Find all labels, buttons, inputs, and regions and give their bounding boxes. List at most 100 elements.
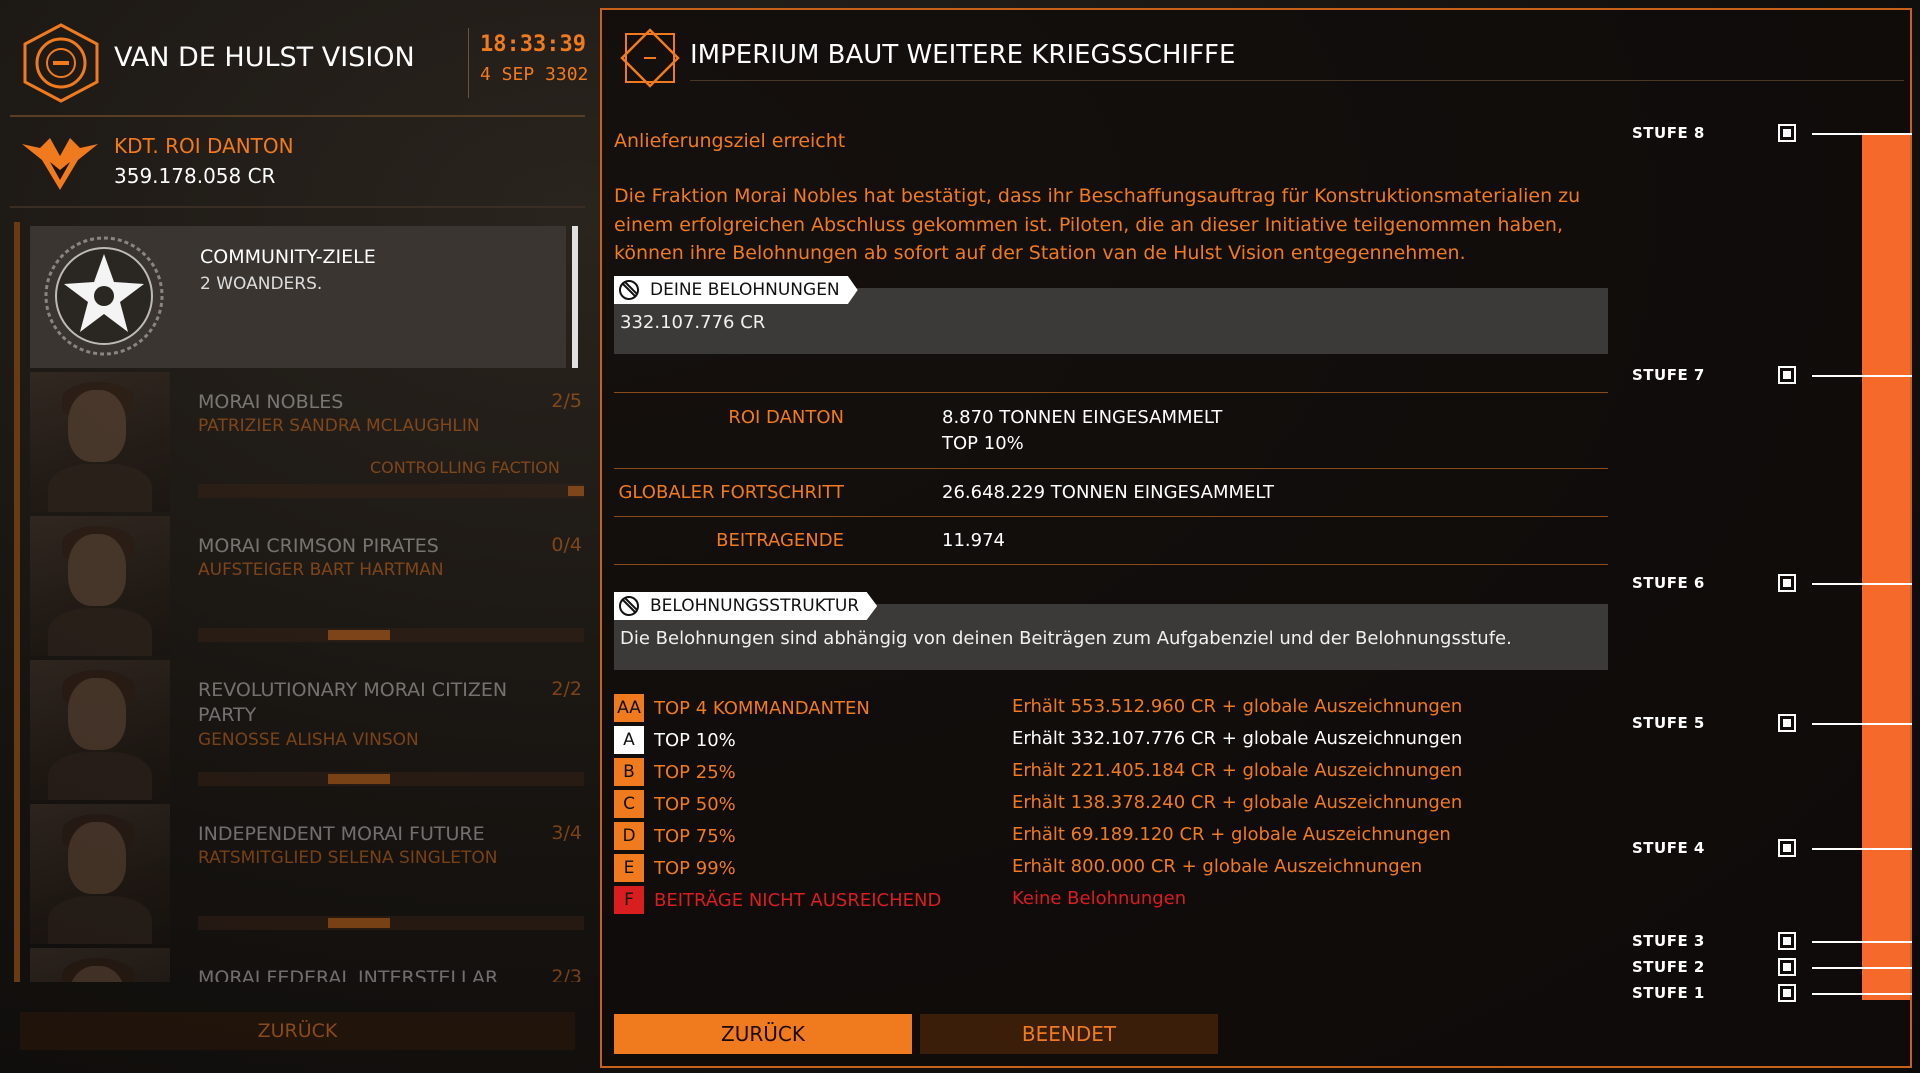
tier-mark-line — [1812, 941, 1912, 943]
tier-reward-icon — [1778, 932, 1796, 950]
tier-mark-line — [1812, 133, 1912, 135]
list-accent-bar — [14, 222, 20, 982]
faction-influence-bar — [198, 628, 584, 642]
stats-divider — [614, 468, 1608, 469]
rank-emblem-icon — [22, 138, 98, 190]
tier-label: TOP 75% — [654, 826, 736, 847]
tier-mark-label: STUFE 4 — [1632, 839, 1705, 857]
tier-mark-label: STUFE 6 — [1632, 574, 1705, 592]
tier-mark: STUFE 3 — [1632, 930, 1912, 954]
tier-mark: STUFE 6 — [1632, 572, 1912, 596]
faction-leader-portrait — [30, 372, 170, 512]
reward-tier-row: B TOP 25% Erhält 221.405.184 CR + globale … — [614, 758, 1614, 788]
commander-block: KDT. ROI DANTON 359.178.058 CR — [20, 126, 585, 200]
stat-label-global: GLOBALER FORTSCHRITT — [618, 482, 844, 503]
tier-reward-icon — [1778, 714, 1796, 732]
stat-value-commander: 8.870 TONNEN EINGESAMMELT — [942, 407, 1223, 428]
tier-reward-icon — [1778, 958, 1796, 976]
tier-mark-label: STUFE 5 — [1632, 714, 1705, 732]
back-button[interactable]: ZURÜCK — [614, 1014, 912, 1054]
tier-reward-icon — [1778, 574, 1796, 592]
tier-progress-meter: STUFE 8 STUFE 7 STUFE 6 STUFE 5 STUFE 4 STUFE… — [1632, 90, 1912, 1010]
tier-mark-label: STUFE 7 — [1632, 366, 1705, 384]
stat-value-commander-rank: TOP 10% — [942, 433, 1024, 454]
community-goals-overview-item[interactable]: COMMUNITY-ZIELE 2 WOANDERS. — [30, 226, 566, 368]
title-divider — [690, 80, 1904, 81]
tier-reward: Erhält 553.512.960 CR + globale Auszeich… — [1012, 696, 1463, 717]
tier-reward: Erhält 138.378.240 CR + globale Auszeich… — [1012, 792, 1463, 813]
community-goals-list[interactable]: COMMUNITY-ZIELE 2 WOANDERS. MORAI NOBLES… — [14, 222, 584, 982]
faction-count: 0/4 — [551, 534, 582, 556]
faction-count: 2/5 — [551, 390, 582, 412]
finished-button[interactable]: BEENDET — [920, 1014, 1218, 1054]
faction-name: INDEPENDENT MORAI FUTURE — [198, 823, 485, 845]
tier-progress-fill — [1862, 134, 1910, 1000]
rewards-section-tag: DEINE BELOHNUNGEN — [614, 276, 858, 304]
station-header: VAN DE HULST VISION 18:33:39 4 SEP 3302 — [20, 18, 588, 108]
tier-label: BEITRÄGE NICHT AUSREICHEND — [654, 890, 942, 911]
faction-item-morai-crimson-pirates[interactable]: MORAI CRIMSON PIRATES 0/4 AUFSTEIGER BAR… — [30, 516, 584, 656]
tier-reward-icon — [1778, 366, 1796, 384]
faction-item-morai-federal-interstellar[interactable]: MORAI FEDERAL INTERSTELLAR 2/3 — [30, 948, 584, 982]
faction-name: MORAI FEDERAL INTERSTELLAR — [198, 967, 499, 982]
faction-tag: CONTROLLING FACTION — [370, 458, 560, 477]
faction-influence-bar — [198, 484, 584, 498]
faction-count: 2/3 — [551, 966, 582, 982]
tier-badge: A — [614, 726, 644, 754]
stats-divider — [614, 564, 1608, 565]
goal-title: IMPERIUM BAUT WEITERE KRIEGSSCHIFFE — [690, 40, 1236, 70]
tier-mark-line — [1812, 848, 1912, 850]
faction-item-independent-morai-future[interactable]: INDEPENDENT MORAI FUTURE 3/4 RATSMITGLIE… — [30, 804, 584, 944]
faction-leader: AUFSTEIGER BART HARTMAN — [198, 560, 444, 580]
left-panel: VAN DE HULST VISION 18:33:39 4 SEP 3302 … — [0, 0, 600, 1073]
station-emblem-icon — [23, 23, 99, 103]
tier-label: TOP 4 KOMMANDANTEN — [654, 698, 870, 719]
overview-subtitle: 2 WOANDERS. — [200, 274, 323, 294]
reward-tier-row: AA TOP 4 KOMMANDANTEN Erhält 553.512.960 C… — [614, 694, 1614, 724]
left-back-button[interactable]: ZURÜCK — [20, 1012, 575, 1050]
faction-leader-portrait — [30, 804, 170, 944]
stat-label-commander: ROI DANTON — [728, 407, 844, 428]
tier-mark: STUFE 7 — [1632, 364, 1912, 388]
tier-reward: Erhält 800.000 CR + globale Auszeichnung… — [1012, 856, 1423, 877]
faction-count: 2/2 — [551, 678, 582, 700]
tier-mark-label: STUFE 8 — [1632, 124, 1705, 142]
community-goal-icon — [620, 28, 680, 88]
community-goal-detail-panel: IMPERIUM BAUT WEITERE KRIEGSSCHIFFE Anli… — [600, 8, 1912, 1068]
tier-reward-icon — [1778, 839, 1796, 857]
faction-influence-bar — [198, 772, 584, 786]
tier-mark: STUFE 1 — [1632, 982, 1912, 1006]
commander-credits: 359.178.058 CR — [114, 164, 276, 188]
faction-leader-portrait — [30, 948, 170, 982]
structure-section-tag: BELOHNUNGSSTRUKTUR — [614, 592, 878, 620]
reward-tier-row: C TOP 50% Erhält 138.378.240 CR + globale … — [614, 790, 1614, 820]
reward-tier-row: D TOP 75% Erhält 69.189.120 CR + globale A… — [614, 822, 1614, 852]
faction-leader: RATSMITGLIED SELENA SINGLETON — [198, 848, 498, 868]
tier-mark-line — [1812, 375, 1912, 377]
faction-influence-bar — [198, 916, 584, 930]
faction-item-revolutionary-morai-citizen-party[interactable]: REVOLUTIONARY MORAI CITIZEN PARTY 2/2 GE… — [30, 660, 584, 800]
tier-mark-line — [1812, 967, 1912, 969]
faction-name: MORAI NOBLES — [198, 391, 344, 413]
reward-structure-text: Die Belohnungen sind abhängig von deinen… — [620, 628, 1512, 649]
list-scrollbar[interactable] — [572, 226, 578, 368]
faction-name: REVOLUTIONARY MORAI CITIZEN PARTY — [198, 679, 508, 726]
faction-count: 3/4 — [551, 822, 582, 844]
tier-badge: E — [614, 854, 644, 882]
tier-label: TOP 50% — [654, 794, 736, 815]
tier-reward: Erhält 69.189.120 CR + globale Auszeichn… — [1012, 824, 1451, 845]
stats-divider — [614, 516, 1608, 517]
tier-badge: D — [614, 822, 644, 850]
faction-leader: PATRIZIER SANDRA MCLAUGHLIN — [198, 416, 480, 436]
tier-reward: Erhält 332.107.776 CR + globale Auszeich… — [1012, 728, 1463, 749]
section-tag-icon — [619, 596, 639, 616]
faction-item-morai-nobles[interactable]: MORAI NOBLES 2/5 PATRIZIER SANDRA MCLAUG… — [30, 372, 584, 512]
goal-description: Die Fraktion Morai Nobles hat bestätigt,… — [614, 185, 1581, 264]
stat-value-global: 26.648.229 TONNEN EINGESAMMELT — [942, 482, 1274, 503]
tier-label: TOP 99% — [654, 858, 736, 879]
tier-mark: STUFE 2 — [1632, 956, 1912, 980]
rewards-section-label: DEINE BELOHNUNGEN — [650, 280, 840, 300]
stat-value-contributors: 11.974 — [942, 530, 1005, 551]
header-divider — [468, 28, 469, 98]
reward-tier-row: A TOP 10% Erhält 332.107.776 CR + globale … — [614, 726, 1614, 756]
